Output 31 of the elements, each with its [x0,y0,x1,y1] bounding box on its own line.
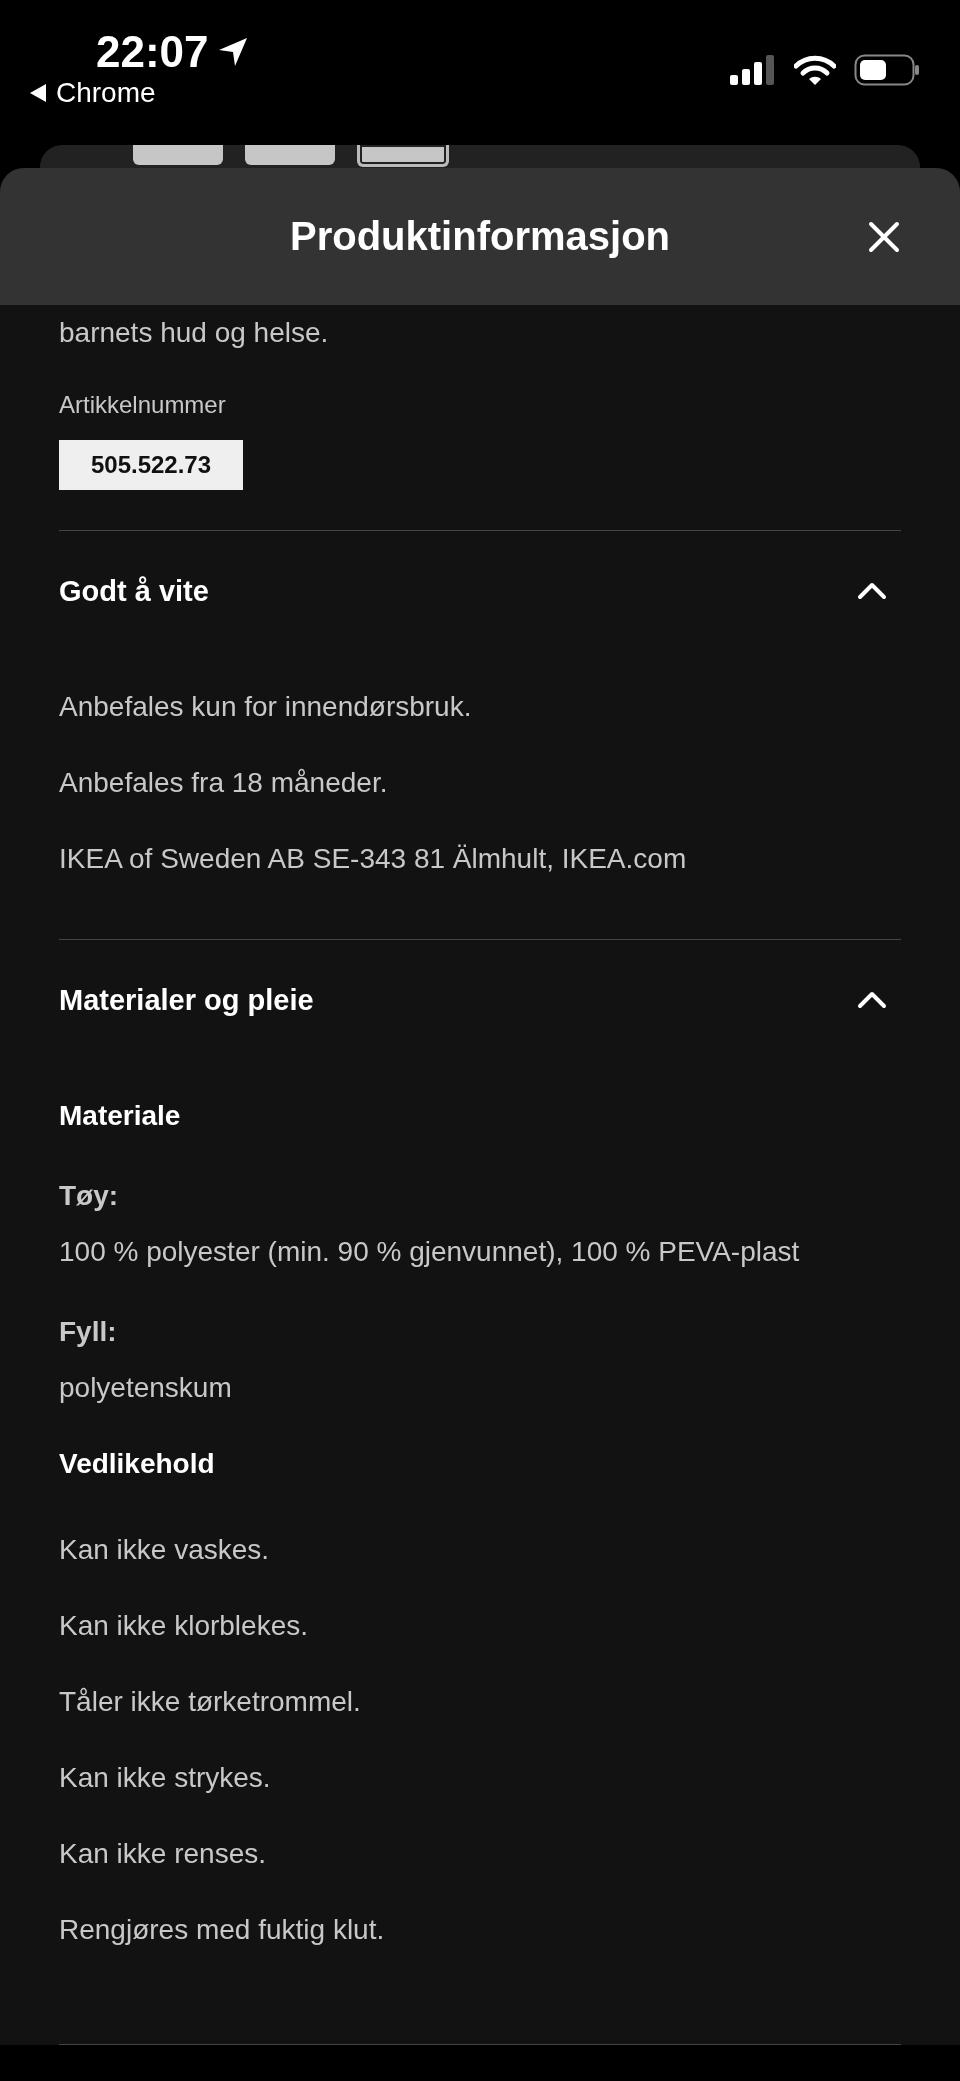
subheading: Vedlikehold [59,1447,216,1481]
body-text: Kan ikke klorblekes. [59,1609,309,1643]
back-triangle-icon [30,84,46,102]
thumbnail[interactable] [245,145,335,165]
section-header[interactable]: Materialer og pleie [59,940,901,1060]
thumbnail[interactable] [357,145,449,167]
body-text: Kan ikke strykes. [59,1761,272,1795]
section-header[interactable]: Godt å vite [59,531,901,651]
body-text: Kan ikke vaskes. [59,1533,271,1567]
wifi-icon [794,55,836,85]
sheet-title: Produktinformasjon [290,214,670,259]
description-text: barnets hud og helse. [59,316,330,350]
field-label: Tøy: [59,1179,120,1213]
body-text: IKEA of Sweden AB SE-343 81 Älmhult, IKEA.com [59,842,688,876]
article-number-label: Artikkelnummer [59,390,227,420]
body-text: Anbefales fra 18 måneder. [59,766,389,800]
body-text: Rengjøres med fuktig klut. [59,1913,386,1947]
field-value: 100 % polyester (min. 90 % gjenvunnet), 100 % PEVA-plast [59,1235,801,1269]
back-link[interactable]: Chrome [30,76,249,110]
body-text: Kan ikke renses. [59,1837,267,1871]
body-text: Tåler ikke tørketrommel. [59,1685,362,1719]
field-value: polyetenskum [59,1371,233,1405]
signal-icon [730,55,776,85]
body-text: Anbefales kun for innendørsbruk. [59,690,473,724]
article-number: 505.522.73 [59,440,243,490]
field-label: Fyll: [59,1315,118,1349]
subheading: Materiale [59,1099,182,1133]
battery-icon [854,54,920,86]
thumbnail[interactable] [133,145,223,165]
close-icon [868,220,900,253]
clock-time: 22:07 [96,28,209,76]
